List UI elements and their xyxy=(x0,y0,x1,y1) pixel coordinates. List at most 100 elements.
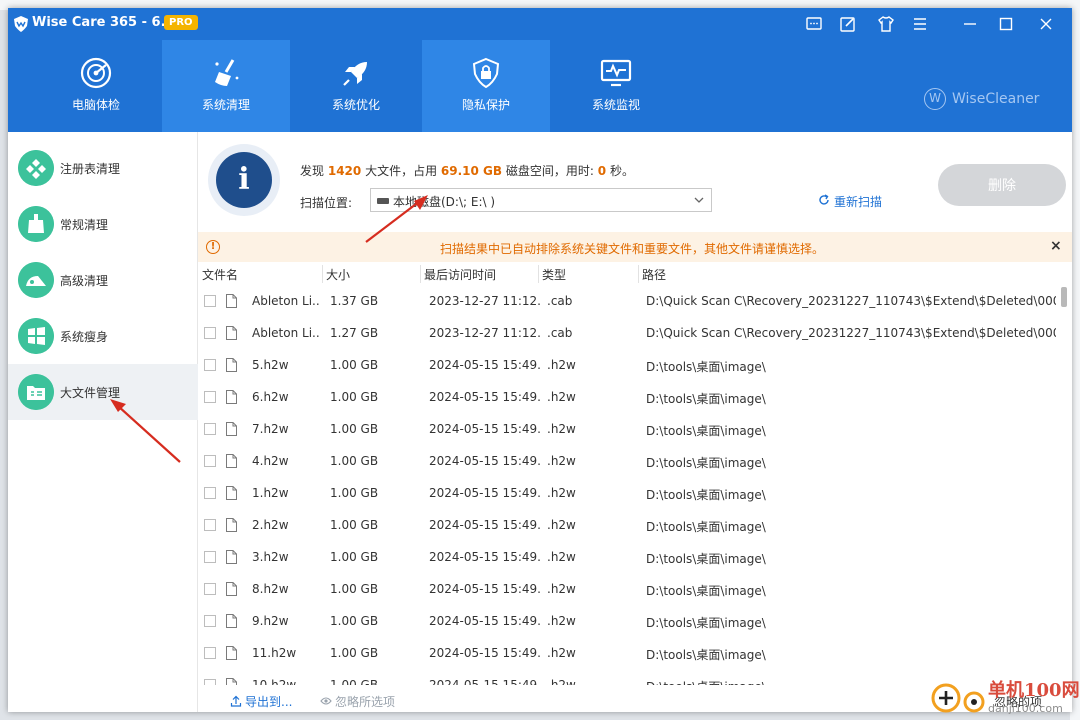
close-warning-icon[interactable]: × xyxy=(1050,238,1062,254)
table-row[interactable]: Ableton Li... 1.27 GB 2023-12-27 11:12....… xyxy=(198,317,1058,349)
close-icon[interactable] xyxy=(1036,14,1056,34)
nav-label: 系统清理 xyxy=(201,98,250,112)
delete-button[interactable]: 删除 xyxy=(938,164,1066,206)
file-name-cell: Ableton Li... xyxy=(252,294,320,308)
file-path-cell: D:\tools\桌面\image\ xyxy=(646,520,766,534)
info-icon: i xyxy=(216,152,272,208)
row-checkbox[interactable] xyxy=(204,359,216,371)
table-row[interactable]: 11.h2w 1.00 GB 2024-05-15 15:49... .h2w D:\t… xyxy=(198,637,1058,669)
nav-item-checkup[interactable]: 电脑体检 xyxy=(32,40,160,132)
table-row[interactable]: 4.h2w 1.00 GB 2024-05-15 15:49... .h2w D:\to… xyxy=(198,445,1058,477)
radar-icon xyxy=(80,57,112,89)
last-access-cell: 2024-05-15 15:49... xyxy=(429,614,541,628)
row-checkbox[interactable] xyxy=(204,423,216,435)
row-checkbox[interactable] xyxy=(204,295,216,307)
last-access-cell: 2023-12-27 11:12... xyxy=(429,326,541,340)
warning-bar: ! 扫描结果中已自动排除系统关键文件和重要文件，其他文件请谨慎选择。 × xyxy=(198,232,1072,262)
table-row[interactable]: 1.h2w 1.00 GB 2024-05-15 15:49... .h2w D:\to… xyxy=(198,477,1058,509)
edit-icon[interactable] xyxy=(838,14,858,34)
file-name-cell: 9.h2w xyxy=(252,614,289,628)
pro-badge: PRO xyxy=(164,15,198,30)
feedback-icon[interactable] xyxy=(804,14,824,34)
file-icon xyxy=(226,358,237,372)
file-type-cell: .h2w xyxy=(547,422,576,436)
scan-location-select[interactable]: 本地磁盘(D:\; E:\ ) xyxy=(370,188,712,212)
sidebar-item-label: 系统瘦身 xyxy=(60,330,109,344)
column-header-size[interactable]: 大小 xyxy=(326,266,350,283)
row-checkbox[interactable] xyxy=(204,455,216,467)
nav-label: 系统监视 xyxy=(591,98,640,112)
rescan-link[interactable]: 重新扫描 xyxy=(818,193,882,210)
menu-icon[interactable] xyxy=(910,14,930,34)
table-row[interactable]: 8.h2w 1.00 GB 2024-05-15 15:49... .h2w D:\to… xyxy=(198,573,1058,605)
nav-item-privacy[interactable]: 隐私保护 xyxy=(422,40,550,132)
row-checkbox[interactable] xyxy=(204,583,216,595)
row-checkbox[interactable] xyxy=(204,327,216,339)
sidebar-item-system-slim[interactable]: 系统瘦身 xyxy=(8,308,198,364)
advanced-clean-icon xyxy=(18,262,54,298)
row-checkbox[interactable] xyxy=(204,615,216,627)
table-row[interactable]: 3.h2w 1.00 GB 2024-05-15 15:49... .h2w D:\to… xyxy=(198,541,1058,573)
file-size-cell: 1.00 GB xyxy=(330,582,379,596)
table-row[interactable]: 5.h2w 1.00 GB 2024-05-15 15:49... .h2w D:\to… xyxy=(198,349,1058,381)
sidebar-item-registry[interactable]: 注册表清理 xyxy=(8,140,198,196)
scan-location-label: 扫描位置: xyxy=(300,196,353,210)
scan-summary: 发现 1420 大文件，占用 69.10 GB 磁盘空间，用时: 0 秒。 xyxy=(300,164,634,178)
sidebar-item-large-file[interactable]: 大文件管理 xyxy=(8,364,198,420)
scrollbar-thumb[interactable] xyxy=(1061,287,1067,307)
sidebar-item-common-clean[interactable]: 常规清理 xyxy=(8,196,198,252)
row-checkbox[interactable] xyxy=(204,487,216,499)
column-header-type[interactable]: 类型 xyxy=(542,266,566,283)
file-size-cell: 1.37 GB xyxy=(330,294,379,308)
file-path-cell: D:\tools\桌面\image\ xyxy=(646,552,766,566)
export-link[interactable]: 导出到... xyxy=(230,693,292,710)
skin-icon[interactable] xyxy=(876,14,896,34)
column-header-path[interactable]: 路径 xyxy=(642,266,666,283)
watermark-text: 单机100网 xyxy=(988,680,1080,701)
warning-text: 扫描结果中已自动排除系统关键文件和重要文件，其他文件请谨慎选择。 xyxy=(440,242,825,256)
chevron-down-icon xyxy=(694,197,704,203)
nav-item-monitor[interactable]: 系统监视 xyxy=(552,40,680,132)
row-checkbox[interactable] xyxy=(204,679,216,685)
file-path-cell: D:\tools\桌面\image\ xyxy=(646,616,766,630)
title-bar: Wise Care 365 - 6.7.4 PRO xyxy=(8,8,1072,40)
row-checkbox[interactable] xyxy=(204,519,216,531)
table-row[interactable]: Ableton Li... 1.37 GB 2023-12-27 11:12....… xyxy=(198,285,1058,317)
file-path-cell: D:\tools\桌面\image\ xyxy=(646,392,766,406)
table-row[interactable]: 9.h2w 1.00 GB 2024-05-15 15:49... .h2w D:\to… xyxy=(198,605,1058,637)
broom-icon xyxy=(215,59,239,86)
file-path-cell: D:\tools\桌面\image\ xyxy=(646,584,766,598)
app-window: Wise Care 365 - 6.7.4 PRO 电脑体检 系统清理 系统优化… xyxy=(8,8,1072,712)
row-checkbox[interactable] xyxy=(204,647,216,659)
file-type-cell: .h2w xyxy=(547,678,576,685)
file-name-cell: 1.h2w xyxy=(252,486,289,500)
table-row[interactable]: 6.h2w 1.00 GB 2024-05-15 15:49... .h2w D:\to… xyxy=(198,381,1058,413)
file-name-cell: 4.h2w xyxy=(252,454,289,468)
table-row[interactable]: 10.h2w1.00 GB2024-05-15 15:49....h2wD:\t… xyxy=(198,669,1058,685)
minimize-icon[interactable] xyxy=(960,14,980,34)
file-type-cell: .h2w xyxy=(547,358,576,372)
ignore-selected-link[interactable]: 忽略所选项 xyxy=(320,693,395,710)
file-name-cell: 8.h2w xyxy=(252,582,289,596)
privacy-lock-icon xyxy=(472,57,500,89)
sidebar-item-advanced-clean[interactable]: 高级清理 xyxy=(8,252,198,308)
file-path-cell: D:\tools\桌面\image\ xyxy=(646,456,766,470)
nav-item-system-clean[interactable]: 系统清理 xyxy=(162,40,290,132)
nav-item-optimize[interactable]: 系统优化 xyxy=(292,40,420,132)
row-checkbox[interactable] xyxy=(204,391,216,403)
sidebar-item-label: 高级清理 xyxy=(60,274,109,288)
column-header-name[interactable]: 文件名 xyxy=(202,266,238,283)
sidebar-item-label: 注册表清理 xyxy=(60,162,121,176)
vertical-scrollbar[interactable] xyxy=(1060,285,1068,685)
maximize-icon[interactable] xyxy=(996,14,1016,34)
row-checkbox[interactable] xyxy=(204,551,216,563)
watermark-logo-icon xyxy=(931,683,985,713)
table-row[interactable]: 7.h2w 1.00 GB 2024-05-15 15:49... .h2w D:\to… xyxy=(198,413,1058,445)
registry-icon xyxy=(18,150,54,186)
file-type-cell: .cab xyxy=(547,326,573,340)
file-size-cell: 1.00 GB xyxy=(330,422,379,436)
file-icon xyxy=(226,390,237,404)
table-row[interactable]: 2.h2w 1.00 GB 2024-05-15 15:49... .h2w D:\to… xyxy=(198,509,1058,541)
last-access-cell: 2024-05-15 15:49... xyxy=(429,486,541,500)
column-header-last-access[interactable]: 最后访问时间 xyxy=(424,266,496,283)
